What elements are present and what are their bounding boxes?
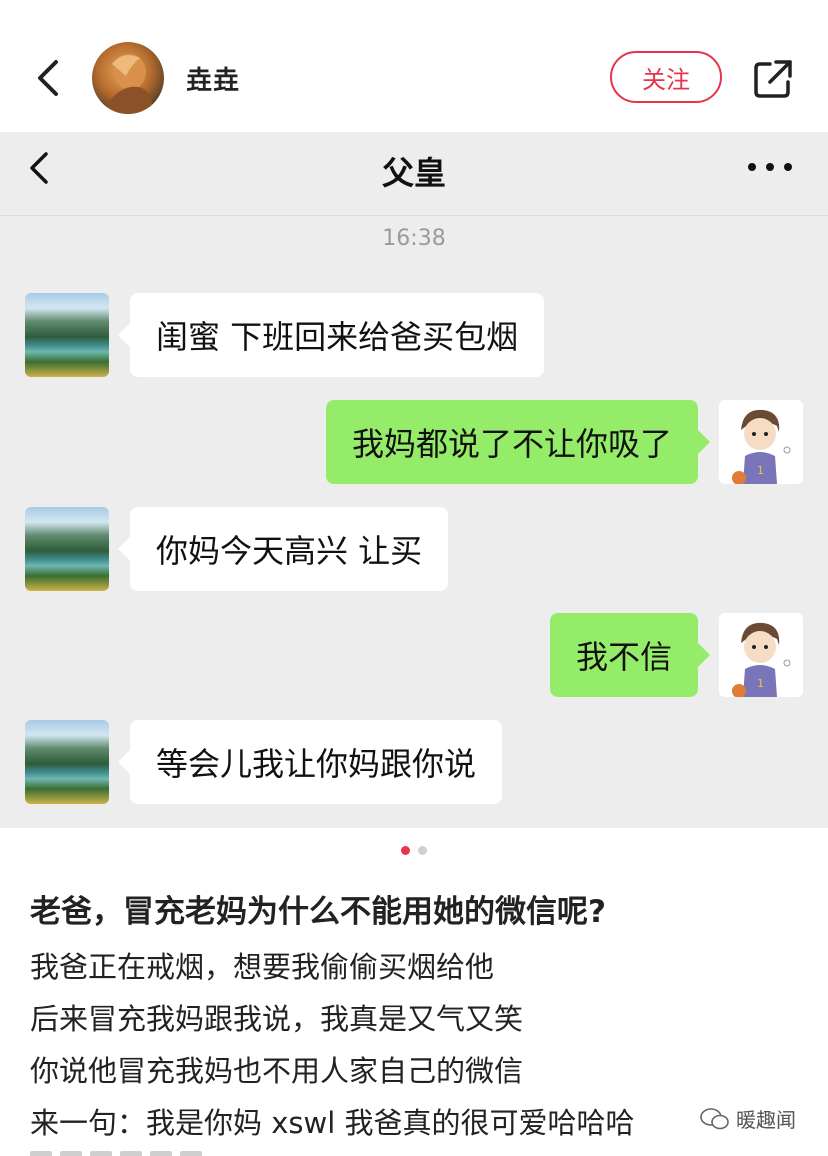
pagination-dot-active[interactable] bbox=[401, 846, 410, 855]
chat-screenshot[interactable]: 父皇 16:38 闺蜜 下班回来给爸买包烟 我妈都说了不让你吸了 1 你妈今天高… bbox=[0, 132, 828, 828]
message-bubble-sent: 我妈都说了不让你吸了 bbox=[325, 400, 711, 484]
contact-avatar bbox=[25, 720, 109, 804]
contact-avatar bbox=[25, 507, 109, 591]
follow-button[interactable]: 关注 bbox=[610, 51, 722, 103]
post-title: 老爸，冒充老妈为什么不能用她的微信呢? bbox=[30, 894, 606, 930]
truncated-text-line bbox=[30, 1146, 250, 1156]
post-text-line: 来一句：我是你妈 xswl 我爸真的很可爱哈哈哈 bbox=[30, 1106, 635, 1140]
svg-text:1: 1 bbox=[757, 464, 764, 477]
post-text-line: 我爸正在戒烟，想要我偷偷买烟给他 bbox=[30, 950, 495, 984]
contact-avatar bbox=[25, 293, 109, 377]
more-icon bbox=[748, 160, 792, 174]
share-icon[interactable] bbox=[752, 58, 794, 100]
message-bubble-received: 你妈今天高兴 让买 bbox=[117, 507, 449, 591]
back-icon[interactable] bbox=[32, 56, 66, 100]
author-name[interactable]: 垚垚 bbox=[186, 60, 240, 97]
pagination-dot[interactable] bbox=[418, 846, 427, 855]
watermark: 暖趣闻 bbox=[700, 1104, 796, 1133]
message-bubble-received: 等会儿我让你妈跟你说 bbox=[117, 720, 503, 804]
wechat-icon bbox=[700, 1107, 729, 1129]
image-pagination[interactable] bbox=[0, 846, 828, 856]
post-text-line: 你说他冒充我妈也不用人家自己的微信 bbox=[30, 1054, 524, 1088]
user-avatar: 1 bbox=[719, 400, 803, 484]
post-header: 垚垚 关注 bbox=[0, 0, 828, 132]
message-bubble-received: 闺蜜 下班回来给爸买包烟 bbox=[117, 293, 545, 377]
watermark-text: 暖趣闻 bbox=[736, 1108, 796, 1132]
author-avatar[interactable] bbox=[92, 42, 164, 114]
svg-text:1: 1 bbox=[757, 677, 764, 690]
chat-title: 父皇 bbox=[381, 154, 446, 192]
user-avatar: 1 bbox=[719, 613, 803, 697]
post-text-line: 后来冒充我妈跟我说，我真是又气又笑 bbox=[30, 1002, 524, 1036]
chat-topbar: 父皇 bbox=[0, 132, 828, 216]
message-bubble-sent: 我不信 bbox=[549, 613, 711, 697]
chat-timestamp: 16:38 bbox=[382, 226, 446, 251]
